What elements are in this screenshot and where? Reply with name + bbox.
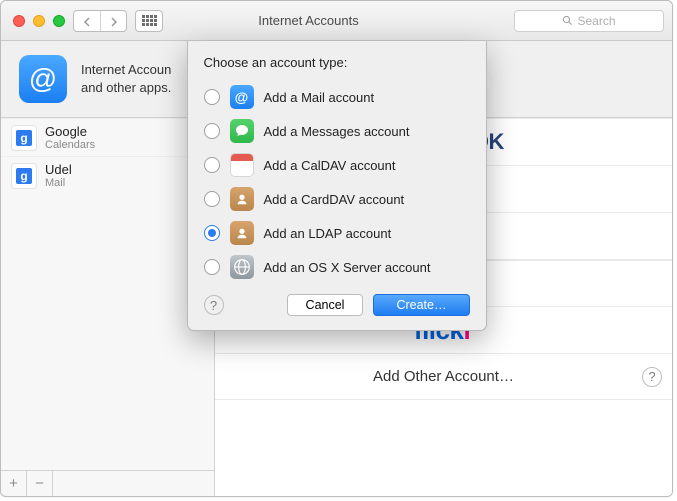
mail-icon: @ — [230, 85, 254, 109]
messages-icon — [230, 119, 254, 143]
option-label: Add a Mail account — [264, 90, 375, 105]
radio-icon — [204, 259, 220, 275]
radio-icon — [204, 89, 220, 105]
option-messages[interactable]: Add a Messages account — [204, 114, 470, 148]
option-ldap[interactable]: Add an LDAP account — [204, 216, 470, 250]
cancel-button[interactable]: Cancel — [287, 294, 364, 316]
contacts-icon — [230, 187, 254, 211]
radio-icon — [204, 123, 220, 139]
create-button[interactable]: Create… — [373, 294, 469, 316]
option-label: Add an OS X Server account — [264, 260, 431, 275]
option-caldav[interactable]: Add a CalDAV account — [204, 148, 470, 182]
option-osxserver[interactable]: Add an OS X Server account — [204, 250, 470, 284]
sheet-help-button[interactable]: ? — [204, 295, 224, 315]
radio-icon-selected — [204, 225, 220, 241]
option-carddav[interactable]: Add a CardDAV account — [204, 182, 470, 216]
option-label: Add a CardDAV account — [264, 192, 405, 207]
option-mail[interactable]: @ Add a Mail account — [204, 80, 470, 114]
sheet-mask: Choose an account type: @ Add a Mail acc… — [1, 1, 672, 496]
server-icon — [230, 255, 254, 279]
contacts-icon — [230, 221, 254, 245]
radio-icon — [204, 191, 220, 207]
sheet-footer: ? Cancel Create… — [204, 294, 470, 316]
option-label: Add an LDAP account — [264, 226, 392, 241]
sheet-prompt: Choose an account type: — [204, 55, 470, 70]
option-label: Add a Messages account — [264, 124, 410, 139]
prefs-window: Internet Accounts Search @ Internet Acco… — [0, 0, 673, 497]
account-type-sheet: Choose an account type: @ Add a Mail acc… — [187, 41, 487, 331]
option-label: Add a CalDAV account — [264, 158, 396, 173]
calendar-icon — [230, 153, 254, 177]
radio-icon — [204, 157, 220, 173]
